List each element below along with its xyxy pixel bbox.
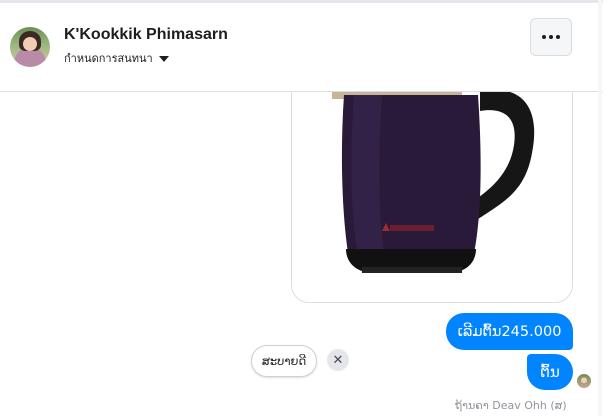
sent-message-short[interactable]: ຕົ້ນ xyxy=(527,354,573,390)
sent-message-price[interactable]: ເລີມຕົ້ນ245.000 xyxy=(446,313,573,350)
more-options-button[interactable] xyxy=(530,18,572,56)
contact-name[interactable]: K'Kookkik Phimasarn xyxy=(64,26,228,44)
conversation-settings-label: กำหนดการสนทนา xyxy=(64,52,153,65)
chat-window: K'Kookkik Phimasarn กำหนดการสนทนา ເລີມຕົ… xyxy=(0,0,603,416)
conversation-settings-dropdown[interactable]: กำหนดการสนทนา xyxy=(64,49,169,67)
seen-avatar xyxy=(577,374,591,388)
caret-down-icon xyxy=(158,56,169,62)
close-icon: ✕ xyxy=(332,352,344,367)
more-icon xyxy=(542,35,560,39)
close-quick-reply-button[interactable]: ✕ xyxy=(327,349,349,371)
scrollbar-track[interactable] xyxy=(598,0,602,416)
message-thread[interactable]: ເລີມຕົ້ນ245.000 ສະບາຍດີ ✕ ຕົ້ນ ຖ້ານຄາ De… xyxy=(0,92,603,416)
contact-avatar[interactable] xyxy=(10,27,50,67)
kettle-image xyxy=(292,92,572,302)
chat-header: K'Kookkik Phimasarn กำหนดการสนทนา xyxy=(0,3,603,92)
product-image-message[interactable] xyxy=(291,92,573,303)
seen-status-text: ຖ້ານຄາ Deav Ohh (ສ) xyxy=(455,399,567,412)
quick-reply-chip[interactable]: ສະບາຍດີ xyxy=(251,345,317,377)
